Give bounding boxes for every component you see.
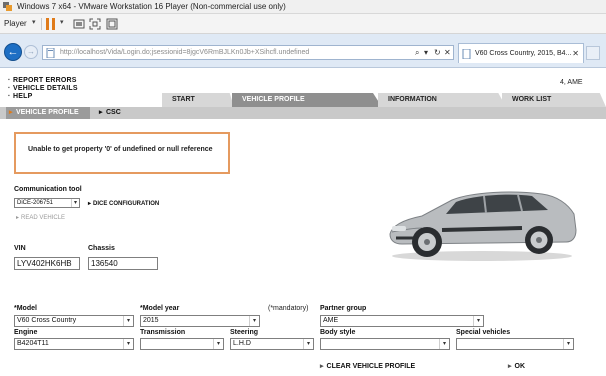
chevron-down-icon[interactable]: ▾ [473, 316, 483, 326]
close-icon[interactable]: ✕ [444, 48, 451, 57]
user-info: 4, AME [560, 79, 583, 86]
page-icon [462, 49, 471, 59]
fullscreen-icon[interactable] [89, 18, 101, 30]
pause-icon[interactable] [46, 18, 55, 30]
model-year-select[interactable]: 2015 ▾ [140, 315, 260, 327]
communication-tool-value: DiCE-206751 [17, 200, 54, 206]
chassis-label: Chassis [88, 245, 115, 252]
tab-start[interactable]: START [162, 93, 234, 107]
transmission-label: Transmission [140, 329, 186, 336]
dice-configuration-link[interactable]: DICE CONFIGURATION [88, 200, 159, 207]
special-vehicles-select[interactable]: ▾ [456, 338, 574, 350]
tab-work-list[interactable]: WORK LIST [502, 93, 606, 107]
mandatory-note: (*mandatory) [268, 305, 309, 312]
model-value: V60 Cross Country [17, 317, 77, 324]
unity-icon[interactable] [106, 18, 118, 30]
menu-report-errors[interactable]: REPORT ERRORS [8, 77, 78, 85]
chevron-down-icon[interactable]: ▾ [123, 339, 133, 349]
player-menu[interactable]: Player [4, 19, 27, 28]
chassis-input[interactable]: 136540 [88, 257, 158, 270]
read-vehicle-button[interactable]: READ VEHICLE [16, 214, 65, 221]
steering-select[interactable]: L.H.D ▾ [230, 338, 314, 350]
window-title: Windows 7 x64 - VMware Workstation 16 Pl… [17, 2, 286, 11]
model-select[interactable]: V60 Cross Country ▾ [14, 315, 134, 327]
refresh-icon[interactable]: ↻ [434, 48, 441, 57]
menu-help[interactable]: HELP [8, 93, 78, 101]
browser-tab[interactable]: V60 Cross Country, 2015, B4... ✕ [458, 43, 584, 63]
chevron-down-icon[interactable]: ▾ [439, 339, 449, 349]
subtab-csc[interactable]: CSC [98, 107, 121, 119]
engine-select[interactable]: B4204T11 ▾ [14, 338, 134, 350]
communication-tool-label: Communication tool [14, 186, 82, 193]
new-tab-icon[interactable] [586, 46, 600, 60]
engine-label: Engine [14, 329, 38, 336]
chevron-down-icon[interactable]: ▾ [563, 339, 573, 349]
steering-label: Steering [230, 329, 259, 336]
ok-button[interactable]: OK [508, 362, 526, 370]
clear-vehicle-profile-button[interactable]: CLEAR VEHICLE PROFILE [320, 362, 416, 370]
toolbar-divider [41, 18, 42, 30]
chevron-down-icon[interactable]: ▾ [213, 339, 223, 349]
body-style-label: Body style [320, 329, 356, 336]
sub-tab-bar: VEHICLE PROFILE CSC [0, 107, 606, 119]
back-arrow-icon[interactable]: ← [4, 43, 22, 61]
transmission-select[interactable]: ▾ [140, 338, 224, 350]
pause-dropdown-icon[interactable]: ▾ [60, 18, 64, 26]
partner-group-label: Partner group [320, 305, 367, 312]
url-text[interactable]: http://localhost/Vida/Login.do;jsessioni… [60, 49, 309, 56]
error-message-box: Unable to get property '0' of undefined … [14, 132, 230, 174]
partner-group-value: AME [323, 317, 339, 324]
page-icon [46, 48, 55, 58]
tab-close-icon[interactable]: ✕ [572, 49, 579, 58]
tab-vehicle-profile[interactable]: VEHICLE PROFILE [232, 93, 382, 107]
error-message: Unable to get property '0' of undefined … [28, 146, 213, 153]
steering-value: L.H.D [233, 340, 251, 347]
chevron-down-icon[interactable]: ▾ [303, 339, 313, 349]
engine-value: B4204T11 [17, 340, 49, 347]
tab-title: V60 Cross Country, 2015, B4... [475, 50, 572, 57]
search-icon[interactable]: ⌕ [415, 48, 419, 58]
vehicle-image [389, 191, 577, 261]
tab-information[interactable]: INFORMATION [378, 93, 506, 107]
vmware-logo-icon [3, 2, 12, 11]
partner-group-select[interactable]: AME ▾ [320, 315, 484, 327]
subtab-vehicle-profile[interactable]: VEHICLE PROFILE [6, 107, 90, 119]
model-year-value: 2015 [143, 317, 159, 324]
body-style-select[interactable]: ▾ [320, 338, 450, 350]
model-year-label: *Model year [140, 305, 180, 312]
chevron-down-icon[interactable]: ▾ [32, 18, 36, 26]
forward-arrow-icon[interactable]: → [24, 45, 38, 59]
chevron-down-icon[interactable]: ▾ [249, 316, 259, 326]
address-bar[interactable]: http://localhost/Vida/Login.do;jsessioni… [42, 45, 454, 60]
vin-label: VIN [14, 245, 26, 252]
chevron-down-icon[interactable]: ▾ [123, 316, 133, 326]
menu-vehicle-details[interactable]: VEHICLE DETAILS [8, 85, 78, 93]
vmware-title-bar: Windows 7 x64 - VMware Workstation 16 Pl… [0, 0, 606, 14]
model-label: *Model [14, 305, 37, 312]
communication-tool-select[interactable]: DiCE-206751 ▾ [14, 198, 80, 208]
send-ctrl-alt-del-icon[interactable] [73, 18, 85, 30]
chevron-down-icon[interactable]: ▾ [71, 199, 79, 207]
special-vehicles-label: Special vehicles [456, 329, 511, 336]
top-menu: REPORT ERRORS VEHICLE DETAILS HELP [8, 77, 78, 101]
vmware-toolbar: Player ▾ ▾ [0, 14, 606, 34]
search-dropdown-icon[interactable]: ▾ [424, 48, 428, 57]
vin-input[interactable]: LYV402HK6HB [14, 257, 80, 270]
browser-chrome: ← → http://localhost/Vida/Login.do;jsess… [0, 34, 606, 68]
main-tabs: START VEHICLE PROFILE INFORMATION WORK L… [162, 93, 606, 107]
